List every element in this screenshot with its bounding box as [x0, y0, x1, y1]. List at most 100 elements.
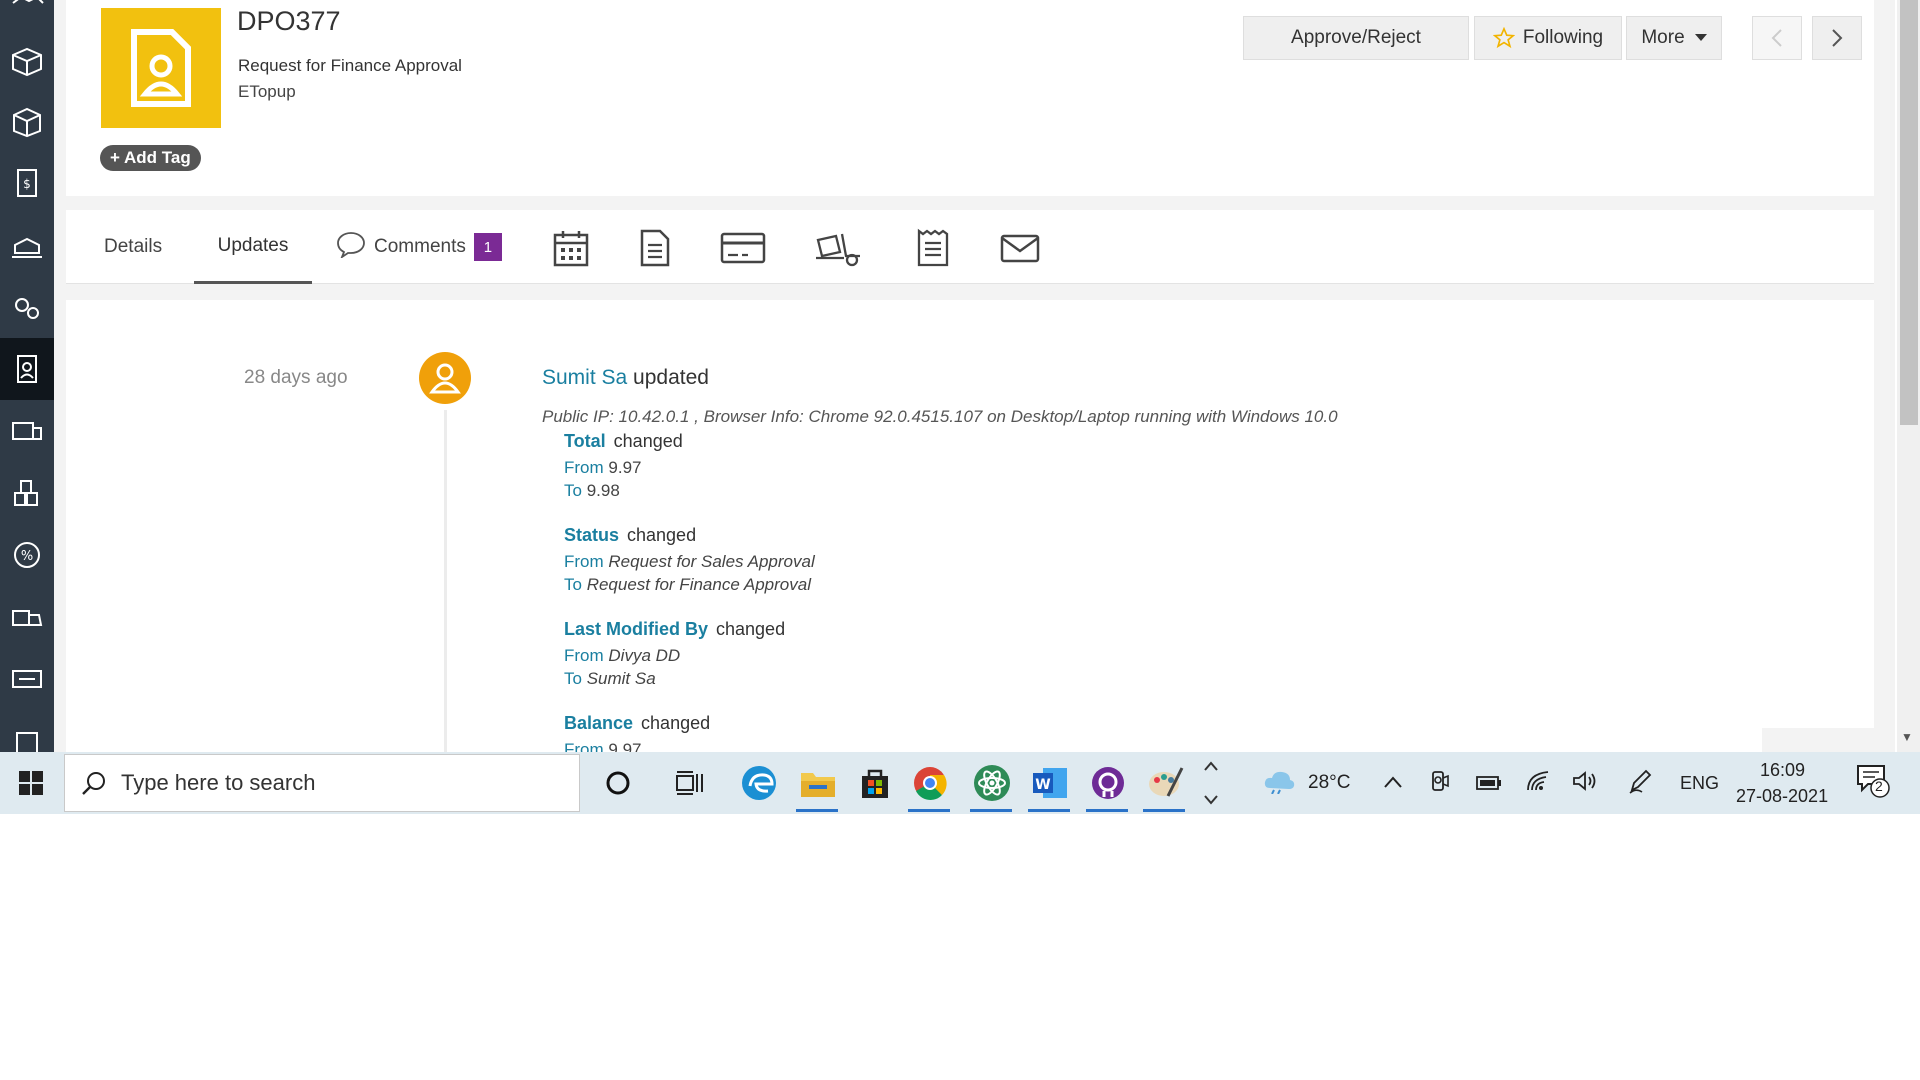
box-icon	[13, 107, 41, 138]
clock-time[interactable]: 16:09	[1760, 760, 1805, 781]
pen-workspace-button[interactable]	[1628, 768, 1652, 800]
scrollbar-thumb[interactable]	[1900, 0, 1918, 425]
word-button[interactable]: W	[1027, 760, 1073, 806]
record-id: DPO377	[237, 6, 341, 36]
speaker-icon	[1573, 771, 1596, 791]
tab-updates[interactable]: Updates	[194, 210, 312, 284]
svg-text:%: %	[21, 549, 33, 564]
tab-email[interactable]	[1000, 228, 1040, 268]
scroll-down-arrow[interactable]: ▼	[1901, 730, 1913, 744]
update-verb: updated	[633, 366, 709, 389]
meet-now-button[interactable]	[1430, 770, 1450, 798]
tab-shipments[interactable]	[814, 228, 864, 268]
to-value: 9.98	[586, 481, 620, 500]
vertical-scrollbar[interactable]: ▼	[1897, 0, 1920, 752]
record-avatar	[101, 8, 221, 128]
sidebar-item-invoices[interactable]: $	[0, 152, 54, 214]
approve-reject-button[interactable]: Approve/Reject	[1243, 16, 1469, 60]
more-dropdown[interactable]: More	[1626, 16, 1722, 60]
task-view-icon	[676, 771, 703, 795]
network-indicator[interactable]	[1526, 770, 1550, 798]
sidebar-item-warehouse[interactable]	[0, 462, 54, 524]
weather-temperature[interactable]: 28°C	[1308, 772, 1350, 794]
sidebar-item-tickets[interactable]	[0, 648, 54, 710]
github-desktop-button[interactable]	[1085, 760, 1131, 806]
edge-button[interactable]	[736, 760, 782, 806]
change-field: Status	[564, 525, 620, 545]
clock-date[interactable]: 27-08-2021	[1736, 786, 1828, 807]
weather-icon-wrap[interactable]	[1262, 768, 1296, 800]
from-value: 9.97	[608, 740, 642, 752]
change-word: changed	[716, 619, 786, 639]
svg-text:W: W	[1035, 777, 1050, 793]
scroll-corner	[1762, 728, 1895, 752]
cortana-button[interactable]	[595, 760, 641, 806]
chevron-left-icon	[1771, 29, 1782, 47]
battery-indicator[interactable]	[1476, 774, 1502, 796]
change-word: changed	[641, 713, 711, 733]
approve-reject-label: Approve/Reject	[1291, 27, 1421, 48]
github-icon	[1092, 767, 1124, 799]
taskbar-scroll-up[interactable]	[1204, 758, 1218, 774]
following-button[interactable]: Following	[1474, 16, 1622, 60]
windows-logo-icon	[19, 771, 43, 795]
to-value: Sumit Sa	[586, 669, 656, 688]
chrome-button[interactable]	[907, 760, 953, 806]
from-label: From	[564, 458, 604, 477]
tab-details[interactable]: Details	[104, 210, 162, 284]
tab-calendar[interactable]	[553, 228, 589, 268]
language-indicator[interactable]: ENG	[1680, 773, 1719, 794]
sidebar-item-inventory[interactable]	[0, 90, 54, 152]
sidebar-item-settings[interactable]	[0, 276, 54, 338]
sidebar-item-delivery[interactable]	[0, 586, 54, 648]
atom-button[interactable]	[969, 760, 1015, 806]
weather-cloud-icon	[1264, 771, 1295, 795]
notification-center-button[interactable]: 2	[1856, 764, 1890, 804]
paint-button[interactable]	[1142, 760, 1188, 806]
show-hidden-icons-button[interactable]	[1384, 772, 1402, 794]
comment-icon	[337, 232, 365, 258]
update-user-link[interactable]: Sumit Sa	[542, 366, 627, 389]
sidebar-item-vendors[interactable]	[0, 400, 54, 462]
add-tag-button[interactable]: + Add Tag	[100, 145, 201, 171]
word-icon: W	[1033, 768, 1067, 798]
camera-icon	[1432, 771, 1449, 791]
tab-receipts[interactable]	[916, 228, 950, 268]
previous-record-button[interactable]	[1752, 16, 1802, 60]
record-header: DPO377 Request for Finance Approval ETop…	[66, 0, 1874, 196]
atom-icon	[974, 765, 1010, 801]
store-icon	[862, 769, 888, 798]
boxes-icon	[12, 47, 42, 77]
main-content: DPO377 Request for Finance Approval ETop…	[54, 0, 1895, 752]
sidebar: $ %	[0, 0, 54, 754]
active-indicator	[970, 809, 1012, 812]
task-view-button[interactable]	[667, 760, 713, 806]
active-indicator	[796, 809, 838, 812]
volume-indicator[interactable]	[1572, 770, 1598, 798]
tab-documents[interactable]	[640, 228, 670, 268]
purchase-order-icon	[17, 355, 37, 383]
store-button[interactable]	[852, 760, 898, 806]
active-indicator	[1143, 809, 1185, 812]
next-record-button[interactable]	[1812, 16, 1862, 60]
from-label: From	[564, 646, 604, 665]
star-icon	[1492, 27, 1515, 49]
delivery-icon	[12, 610, 43, 626]
sidebar-item-purchase-orders[interactable]	[0, 338, 54, 400]
sidebar-item-discounts[interactable]: %	[0, 524, 54, 586]
change-total: Total changed From 9.97 To 9.98	[564, 431, 683, 501]
sidebar-item-products[interactable]	[0, 28, 54, 90]
truck-icon	[12, 422, 42, 440]
tab-comments[interactable]: Comments 1	[336, 210, 502, 284]
start-button[interactable]	[0, 752, 62, 814]
change-field: Total	[564, 431, 606, 451]
taskbar-search[interactable]: Type here to search	[64, 754, 580, 812]
file-explorer-button[interactable]	[795, 760, 841, 806]
change-balance: Balance changed From 9.97	[564, 713, 710, 752]
tab-payments[interactable]	[720, 228, 766, 268]
record-company: ETopup	[238, 82, 296, 101]
taskbar-scroll-down[interactable]	[1204, 792, 1218, 808]
sidebar-item-shipping[interactable]	[0, 214, 54, 276]
user-avatar	[419, 352, 471, 404]
edge-icon	[742, 766, 776, 800]
